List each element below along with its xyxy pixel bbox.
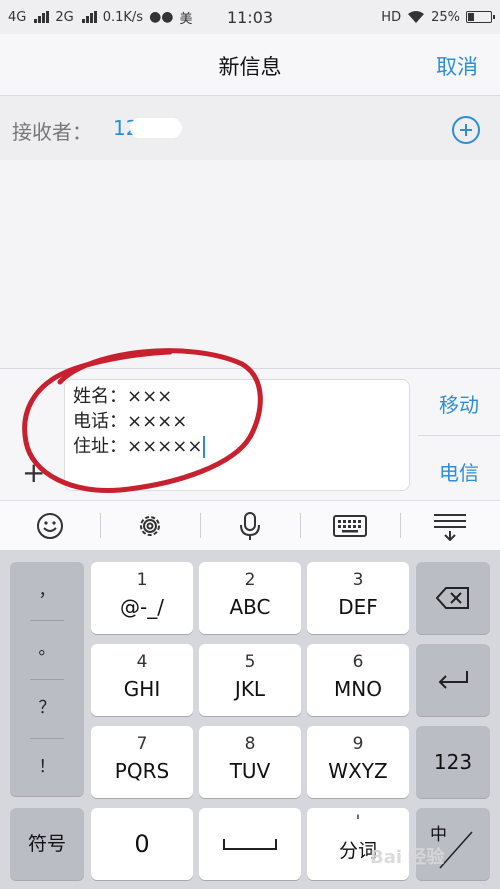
signal-icon bbox=[34, 11, 50, 23]
numeric-key[interactable]: 123 bbox=[416, 726, 490, 798]
hide-keyboard-button[interactable] bbox=[400, 501, 500, 550]
key-letters: WXYZ bbox=[328, 759, 388, 783]
chat-notification-icon: ●● bbox=[149, 9, 174, 25]
key-number: 3 bbox=[352, 570, 364, 590]
gear-icon bbox=[140, 515, 160, 536]
keyboard-icon bbox=[333, 514, 367, 537]
voice-input-button[interactable] bbox=[200, 501, 300, 550]
header: 新信息 取消 bbox=[0, 34, 500, 96]
carrier-label: 美 bbox=[179, 11, 193, 27]
message-line-phone: 电话：×××× bbox=[73, 411, 188, 432]
key-5[interactable]: 5 JKL bbox=[199, 644, 301, 716]
key-number: 1 bbox=[136, 570, 148, 590]
punct-question-key[interactable]: ？ bbox=[10, 679, 84, 737]
key-number: 8 bbox=[244, 734, 256, 754]
settings-button[interactable] bbox=[100, 501, 200, 550]
recipient-redaction bbox=[130, 118, 182, 138]
recipient-label: 接收者： bbox=[12, 120, 92, 144]
backspace-key[interactable] bbox=[416, 562, 490, 634]
emoji-button[interactable] bbox=[0, 501, 100, 550]
zero-key-label: 0 bbox=[134, 830, 150, 858]
punct-comma-key[interactable]: ， bbox=[10, 562, 84, 620]
punct-period-key[interactable]: 。 bbox=[10, 620, 84, 678]
key-1[interactable]: 1 @-_/ bbox=[91, 562, 193, 634]
recipient-row[interactable]: 接收者： 12 bbox=[0, 96, 500, 160]
key-letters: TUV bbox=[229, 759, 271, 783]
microphone-icon bbox=[240, 511, 260, 540]
symbols-key[interactable]: 符号 bbox=[10, 808, 84, 880]
key-letters: JKL bbox=[234, 677, 266, 701]
add-contact-icon[interactable] bbox=[452, 116, 480, 144]
sim-divider bbox=[418, 435, 500, 436]
composer: + 姓名：××× 电话：×××× 住址：××××× 移动 电信 bbox=[0, 368, 500, 500]
key-letters: GHI bbox=[123, 677, 161, 701]
cancel-button[interactable]: 取消 bbox=[436, 51, 478, 81]
message-line-name: 姓名：××× bbox=[73, 386, 173, 407]
send-sim2-button[interactable]: 电信 bbox=[418, 457, 500, 486]
key-6[interactable]: 6 MNO bbox=[307, 644, 409, 716]
attach-plus-icon[interactable]: + bbox=[22, 459, 45, 487]
key-letters: @-_/ bbox=[120, 595, 164, 619]
backspace-icon bbox=[436, 587, 469, 609]
enter-key[interactable] bbox=[416, 644, 490, 716]
network-type-2: 2G bbox=[55, 9, 74, 25]
enter-icon bbox=[438, 671, 468, 689]
hd-indicator: HD bbox=[381, 9, 402, 25]
fenci-key-top: ' bbox=[355, 812, 361, 832]
ime-toolbar bbox=[0, 500, 500, 550]
key-letters: DEF bbox=[338, 595, 378, 619]
key-letters: MNO bbox=[334, 677, 382, 701]
page-title: 新信息 bbox=[218, 55, 282, 79]
message-thread bbox=[0, 160, 500, 368]
key-number: 4 bbox=[136, 652, 148, 672]
key-number: 2 bbox=[244, 570, 256, 590]
key-4[interactable]: 4 GHI bbox=[91, 644, 193, 716]
collapse-keyboard-icon bbox=[434, 513, 466, 541]
language-slash-icon bbox=[439, 831, 473, 869]
key-letters: ABC bbox=[229, 595, 271, 619]
key-number: 5 bbox=[244, 652, 256, 672]
punct-exclaim-key[interactable]: ！ bbox=[10, 738, 84, 796]
keyboard-switch-button[interactable] bbox=[300, 501, 400, 550]
smiley-icon bbox=[37, 512, 63, 539]
key-8[interactable]: 8 TUV bbox=[199, 726, 301, 798]
space-icon bbox=[223, 839, 277, 850]
key-3[interactable]: 3 DEF bbox=[307, 562, 409, 634]
network-speed: 0.1K/s bbox=[102, 9, 144, 25]
message-input[interactable]: 姓名：××× 电话：×××× 住址：××××× bbox=[64, 379, 410, 491]
send-sim1-button[interactable]: 移动 bbox=[418, 389, 500, 418]
key-2[interactable]: 2 ABC bbox=[199, 562, 301, 634]
fenci-key-label: 分词 bbox=[338, 840, 377, 862]
keyboard: ， 。 ？ ！ 1 @-_/ 2 ABC 3 DEF 4 GHI 5 JKL 6… bbox=[0, 550, 500, 889]
battery-percent: 25% bbox=[431, 9, 460, 25]
battery-icon bbox=[466, 11, 495, 23]
fenci-key[interactable]: ' 分词 bbox=[307, 808, 409, 880]
space-key[interactable] bbox=[199, 808, 301, 880]
key-7[interactable]: 7 PQRS bbox=[91, 726, 193, 798]
text-cursor bbox=[203, 436, 206, 458]
status-bar: 4G 2G 0.1K/s ●● 美 11:03 HD 25% bbox=[0, 0, 500, 34]
key-0[interactable]: 0 bbox=[91, 808, 193, 880]
key-number: 7 bbox=[136, 734, 148, 754]
wifi-icon bbox=[408, 11, 425, 23]
signal-icon-2 bbox=[81, 11, 97, 23]
symbols-key-label: 符号 bbox=[27, 833, 66, 855]
key-number: 6 bbox=[352, 652, 364, 672]
language-switch-key[interactable]: 中 bbox=[416, 808, 490, 880]
network-type-1: 4G bbox=[8, 9, 27, 25]
key-letters: PQRS bbox=[114, 759, 170, 783]
numeric-key-label: 123 bbox=[433, 750, 473, 774]
punctuation-column: ， 。 ？ ！ bbox=[10, 562, 84, 796]
message-line-address: 住址：××××× bbox=[73, 434, 401, 459]
key-number: 9 bbox=[352, 734, 364, 754]
key-9[interactable]: 9 WXYZ bbox=[307, 726, 409, 798]
